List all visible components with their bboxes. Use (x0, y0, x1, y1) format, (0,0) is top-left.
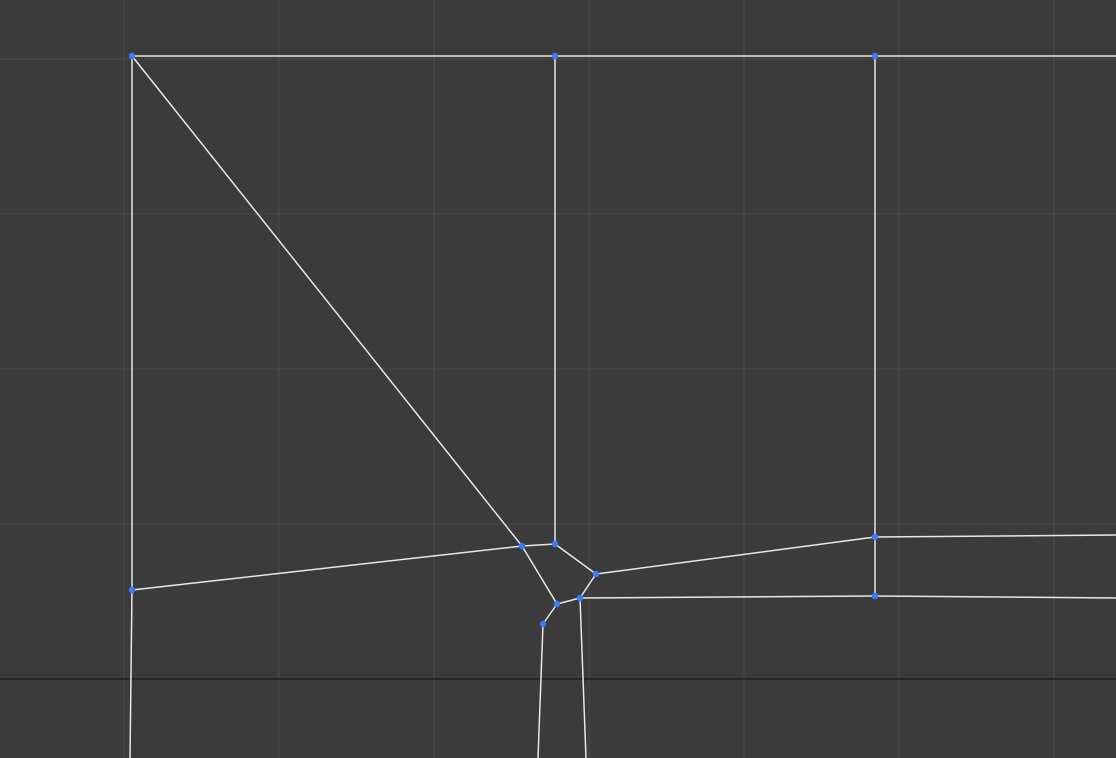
mesh-vertex[interactable] (552, 53, 558, 59)
mesh-edge[interactable] (522, 546, 557, 604)
mesh-edge[interactable] (557, 598, 580, 604)
mesh-vertex[interactable] (872, 593, 878, 599)
mesh-vertex[interactable] (129, 587, 135, 593)
mesh-edge[interactable] (522, 544, 555, 546)
mesh-vertices[interactable] (129, 53, 878, 627)
mesh-vertex[interactable] (129, 53, 135, 59)
mesh-vertex[interactable] (540, 621, 546, 627)
mesh-edge[interactable] (130, 590, 132, 758)
viewport-3d[interactable] (0, 0, 1116, 758)
mesh-edge[interactable] (580, 596, 875, 598)
mesh-edge[interactable] (580, 574, 596, 598)
mesh-edge[interactable] (555, 544, 596, 574)
mesh-vertex[interactable] (552, 541, 558, 547)
mesh-edge[interactable] (538, 624, 543, 758)
mesh-vertex[interactable] (593, 571, 599, 577)
mesh-edge[interactable] (875, 535, 1116, 537)
mesh-vertex[interactable] (872, 534, 878, 540)
mesh-vertex[interactable] (554, 601, 560, 607)
mesh-edge[interactable] (875, 596, 1116, 598)
mesh-overlay (0, 0, 1116, 758)
mesh-vertex[interactable] (577, 595, 583, 601)
mesh-edge[interactable] (132, 56, 522, 546)
grid-lines (0, 0, 1116, 758)
mesh-vertex[interactable] (519, 543, 525, 549)
mesh-vertex[interactable] (872, 53, 878, 59)
mesh-edges (130, 56, 1116, 758)
mesh-edge[interactable] (132, 546, 522, 590)
mesh-edge[interactable] (543, 604, 557, 624)
mesh-edge[interactable] (596, 537, 875, 574)
